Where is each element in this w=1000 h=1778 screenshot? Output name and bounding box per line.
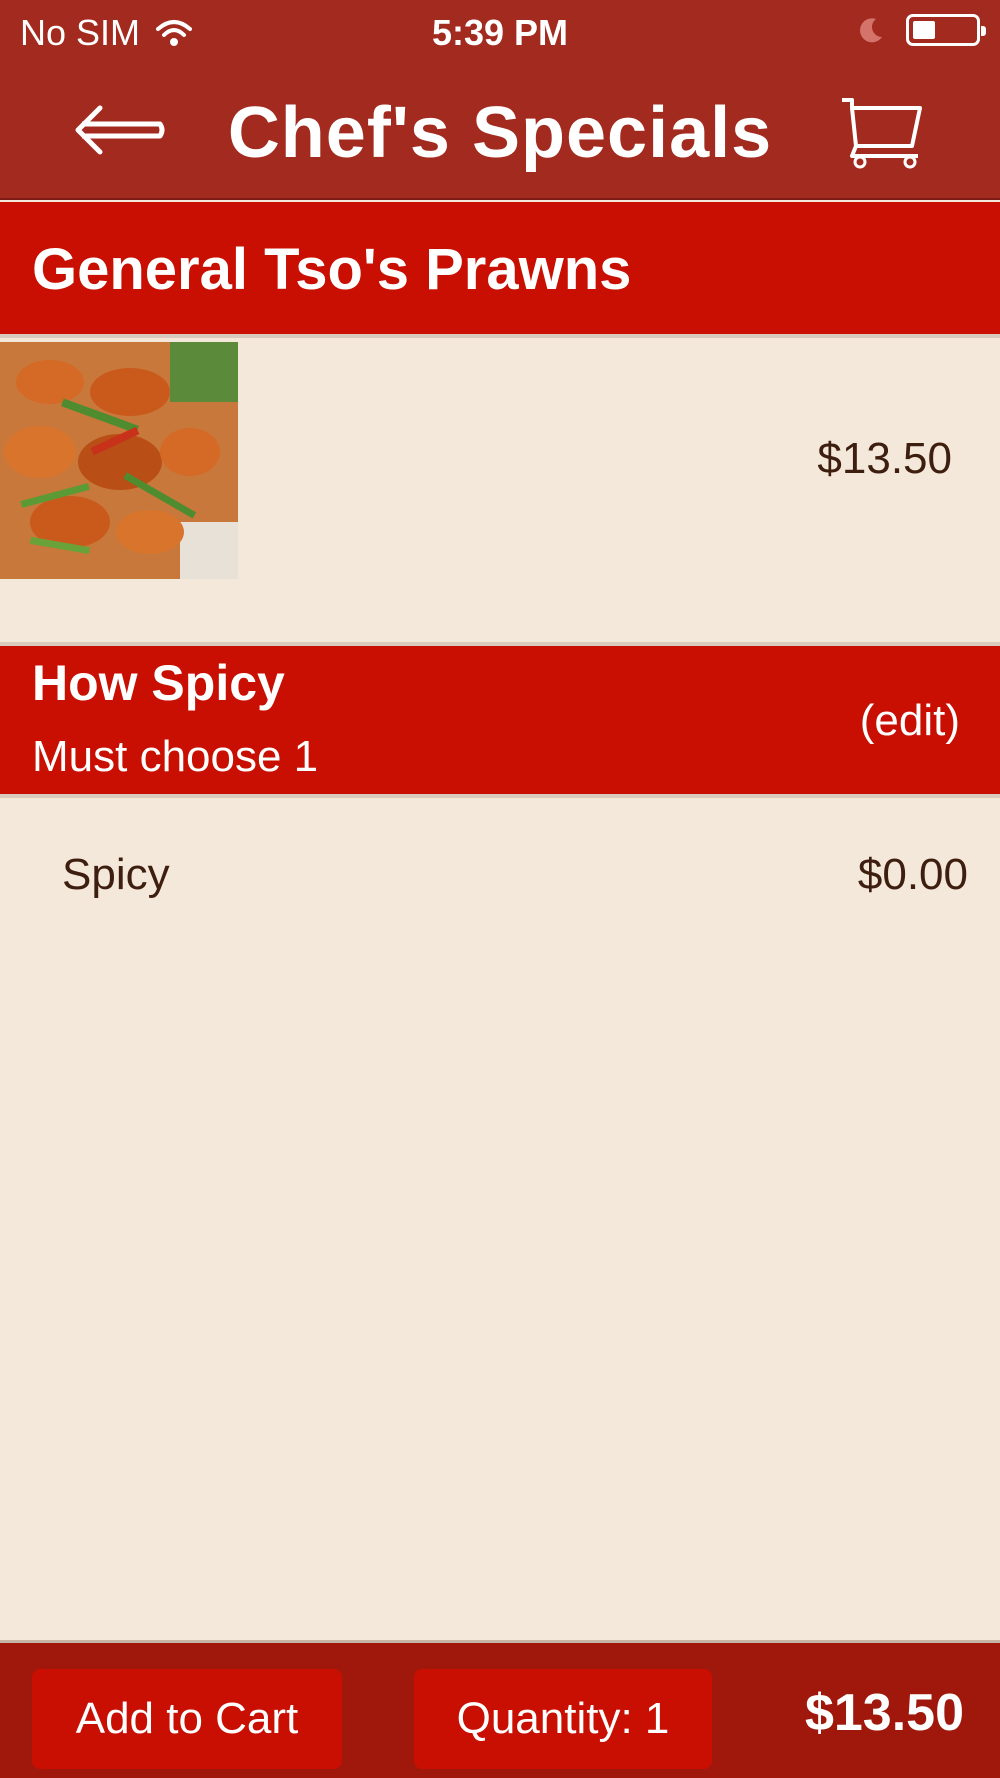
cart-icon[interactable] [838, 94, 928, 170]
item-name: General Tso's Prawns [32, 237, 632, 302]
option-group-title: How Spicy [32, 655, 285, 711]
battery-icon [906, 14, 986, 46]
order-total: $13.50 [804, 1684, 964, 1742]
option-row-spicy[interactable]: Spicy $0.00 [0, 800, 1000, 950]
top-bar: No SIM 5:39 PM Chef's Specials [0, 0, 1000, 200]
status-right-group [856, 14, 986, 46]
status-time: 5:39 PM [431, 12, 569, 53]
item-header: General Tso's Prawns [0, 202, 1000, 334]
edit-button[interactable]: (edit) [860, 696, 960, 746]
option-group-subtitle: Must choose 1 [32, 732, 319, 781]
option-group-header: How Spicy Must choose 1 (edit) [0, 646, 1000, 794]
option-price: $0.00 [857, 850, 968, 899]
quantity-button[interactable]: Quantity: 1 [414, 1669, 712, 1769]
bottom-bar: Add to Cart Quantity: 1 $13.50 [0, 1640, 1000, 1778]
prawns-image [0, 342, 238, 579]
moon-icon [860, 18, 882, 43]
divider [0, 794, 1000, 798]
option-label: Spicy [62, 850, 170, 899]
item-price: $13.50 [817, 434, 952, 483]
nav-bar: Chef's Specials [0, 64, 1000, 200]
battery-nub [981, 26, 986, 36]
status-bar: No SIM 5:39 PM [0, 0, 1000, 64]
item-row: $13.50 [0, 338, 1000, 640]
add-to-cart-button[interactable]: Add to Cart [32, 1669, 342, 1769]
dish-photo [0, 342, 238, 579]
battery-fill [913, 21, 935, 39]
